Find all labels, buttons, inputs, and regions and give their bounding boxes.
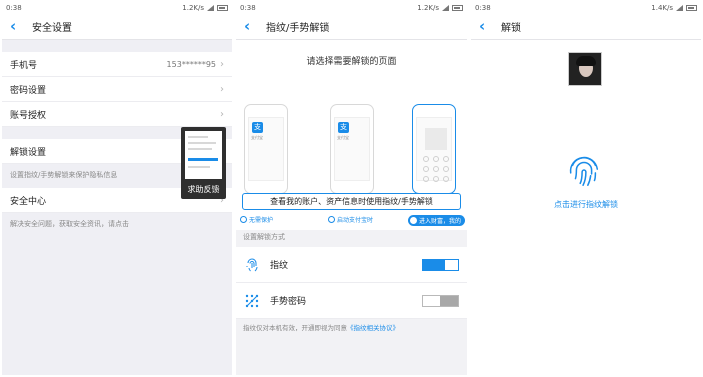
network-speed: 1.4K/s: [651, 4, 673, 12]
radio-icon: [240, 216, 247, 223]
fingerprint-row: 指纹: [236, 247, 467, 283]
agreement-footer: 指纹仅对本机有效，开通即视为同意《指纹相关协议》: [243, 322, 399, 332]
option-no-protection[interactable]: 无需保护: [240, 215, 273, 224]
signal-icon: [442, 5, 449, 11]
battery-icon: [452, 5, 463, 11]
status-bar: 0:38 1.2K/s: [2, 2, 232, 14]
fingerprint-label: 指纹: [270, 261, 289, 271]
unlock-screen: 0:38 1.4K/s ‹ 解锁 点击进行指纹解锁: [471, 2, 701, 375]
phone-number-label: 手机号: [10, 60, 38, 71]
option-launch-alipay[interactable]: 启动支付宝时: [328, 215, 373, 224]
alipay-app-icon: 支: [338, 122, 349, 133]
status-bar: 0:38 1.4K/s: [471, 2, 701, 14]
option-label: 无需保护: [249, 217, 274, 224]
phone-preview-wealth[interactable]: [412, 104, 456, 194]
page-title: 安全设置: [32, 23, 72, 34]
account-authorization-label: 账号授权: [10, 110, 47, 121]
option-label: 启动支付宝时: [337, 217, 374, 224]
fingerprint-gesture-screen: 0:38 1.2K/s ‹ 指纹/手势解锁 请选择需要解锁的页面 支 支付宝 支…: [236, 2, 467, 375]
back-arrow-icon[interactable]: ‹: [10, 19, 26, 34]
unlock-settings-label: 解锁设置: [10, 147, 47, 158]
app-name: 支付宝: [337, 135, 349, 140]
back-arrow-icon[interactable]: ‹: [479, 19, 495, 34]
signal-icon: [207, 5, 214, 11]
phone-preview-launch[interactable]: 支 支付宝: [330, 104, 374, 194]
gesture-toggle[interactable]: [422, 294, 459, 307]
status-bar: 0:38 1.2K/s: [236, 2, 467, 14]
title-bar: ‹ 安全设置: [2, 14, 232, 40]
page-title: 解锁: [501, 23, 521, 34]
status-time: 0:38: [6, 4, 22, 12]
gesture-label: 手势密码: [270, 297, 307, 307]
title-bar: ‹ 解锁: [471, 14, 701, 40]
section-title: 设置解锁方式: [243, 233, 285, 241]
back-arrow-icon[interactable]: ‹: [244, 19, 260, 34]
app-name: 支付宝: [251, 135, 263, 140]
option-label: 进入财富，我的: [419, 218, 462, 225]
phone-number-row[interactable]: 手机号 153******95 ›: [2, 52, 232, 77]
radio-selected-icon: [410, 217, 417, 224]
phone-number-value: 153******95: [166, 59, 216, 69]
gesture-dots: [423, 156, 451, 182]
battery-icon: [686, 5, 697, 11]
password-settings-label: 密码设置: [10, 85, 47, 96]
choose-heading: 请选择需要解锁的页面: [306, 57, 397, 67]
page-title: 指纹/手势解锁: [266, 23, 330, 34]
option-enter-wealth[interactable]: 进入财富，我的: [408, 215, 466, 226]
battery-icon: [217, 5, 228, 11]
account-authorization-row[interactable]: 账号授权 ›: [2, 102, 232, 127]
security-center-hint: 解决安全问题，获取安全资讯，请点击: [10, 220, 129, 228]
chevron-right-icon: ›: [220, 83, 224, 95]
fingerprint-icon: [246, 258, 258, 271]
fingerprint-agreement-link[interactable]: 《指纹相关协议》: [347, 324, 399, 332]
fingerprint-unlock-prompt[interactable]: 点击进行指纹解锁: [471, 199, 701, 210]
security-center-label: 安全中心: [10, 196, 47, 207]
status-time: 0:38: [475, 4, 491, 12]
chevron-right-icon: ›: [220, 58, 224, 70]
fingerprint-toggle[interactable]: [422, 258, 459, 271]
password-settings-row[interactable]: 密码设置 ›: [2, 77, 232, 102]
security-settings-screen: 0:38 1.2K/s ‹ 安全设置 手机号 153******95 › 密码设…: [2, 2, 232, 375]
signal-icon: [676, 5, 683, 11]
phone-preview-none[interactable]: 支 支付宝: [244, 104, 288, 194]
chevron-right-icon: ›: [220, 108, 224, 120]
alipay-app-icon: 支: [252, 122, 263, 133]
fingerprint-icon[interactable]: [565, 152, 603, 190]
avatar: [568, 52, 602, 86]
gesture-row: 手势密码: [236, 283, 467, 319]
title-bar: ‹ 指纹/手势解锁: [236, 14, 467, 40]
network-speed: 1.2K/s: [417, 4, 439, 12]
status-time: 0:38: [240, 4, 256, 12]
screenshot-thumbnail: [185, 131, 222, 179]
help-feedback-label: 求助反馈: [187, 185, 220, 194]
radio-icon: [328, 216, 335, 223]
help-feedback-popup[interactable]: 求助反馈: [181, 127, 226, 199]
view-account-button[interactable]: 查看我的账户、资产信息时使用指纹/手势解锁: [242, 193, 461, 210]
gesture-icon: [245, 294, 259, 307]
footer-text: 指纹仅对本机有效，开通即视为同意: [243, 324, 347, 332]
network-speed: 1.2K/s: [182, 4, 204, 12]
